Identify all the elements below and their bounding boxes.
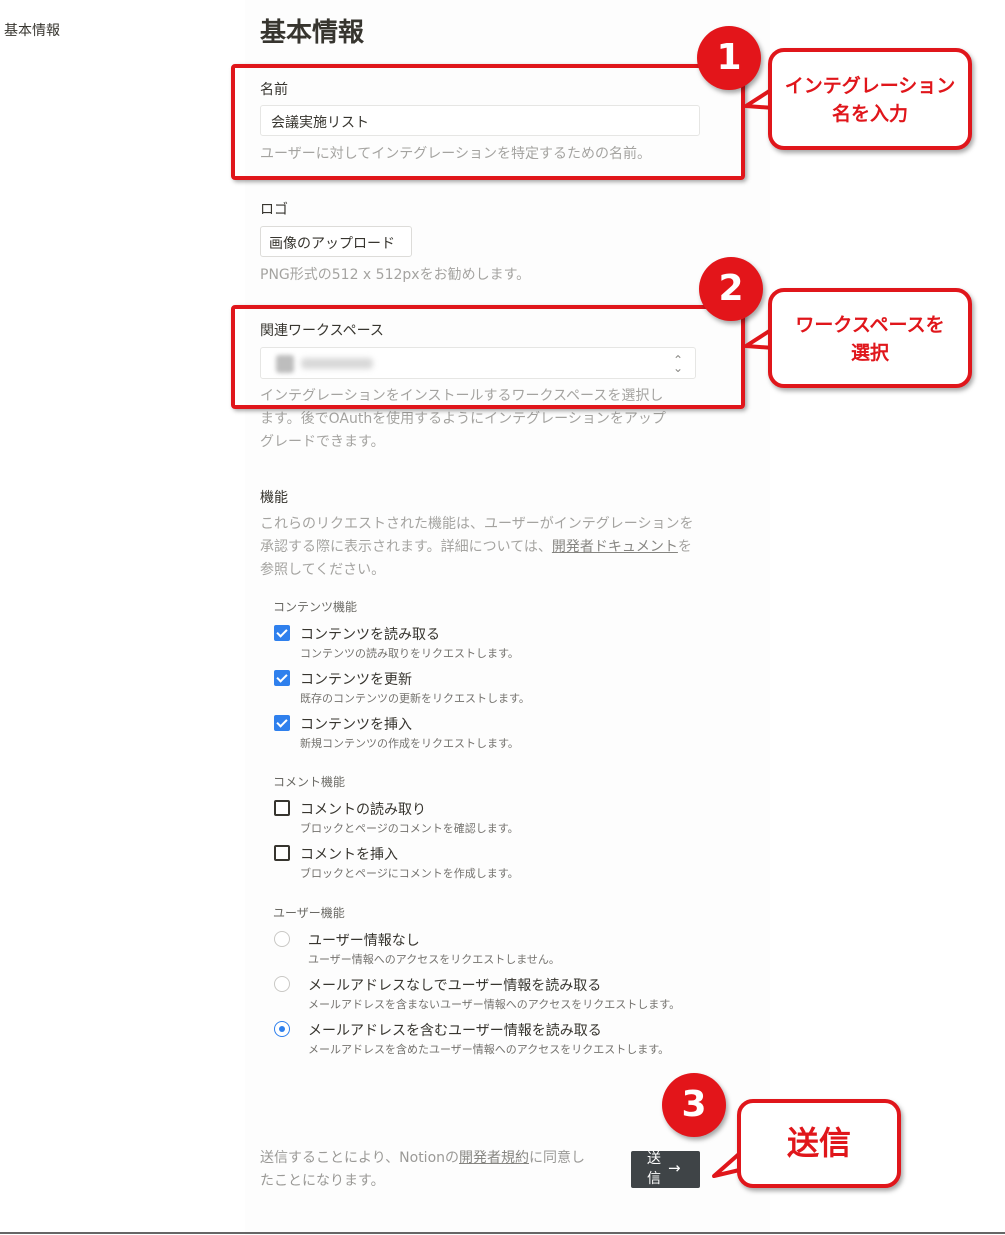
capabilities-desc-line2: 承認する際に表示されます。詳細については、開発者ドキュメントを <box>260 536 692 559</box>
upload-image-button[interactable]: 画像のアップロード <box>260 226 412 257</box>
content-capabilities-title: コンテンツ機能 <box>273 600 358 614</box>
callout-1-line2: 名を入力 <box>831 103 908 125</box>
callout-2: ワークスペースを 選択 <box>768 288 972 388</box>
user-info-with-email-label: メールアドレスを含むユーザー情報を読み取る <box>308 1023 602 1039</box>
callout-2-line2: 選択 <box>850 342 889 364</box>
insert-comments-label: コメントを挿入 <box>300 847 398 863</box>
update-content-desc: 既存のコンテンツの更新をリクエストします。 <box>300 692 530 705</box>
submit-label: 送信 <box>647 1151 661 1187</box>
highlight-name-section <box>231 64 745 180</box>
read-content-checkbox[interactable] <box>274 625 290 641</box>
no-user-info-label: ユーザー情報なし <box>308 933 420 949</box>
terms-note-pre: 送信することにより、Notionの <box>260 1150 460 1166</box>
read-comments-desc: ブロックとページのコメントを確認します。 <box>300 822 519 835</box>
read-comments-label: コメントの読み取り <box>300 802 426 818</box>
no-user-info-desc: ユーザー情報へのアクセスをリクエストしません。 <box>308 953 560 966</box>
update-content-checkbox[interactable] <box>274 670 290 686</box>
insert-comments-desc: ブロックとページにコメントを作成します。 <box>300 867 519 880</box>
logo-hint: PNG形式の512 x 512pxをお勧めします。 <box>260 267 531 283</box>
callout-1: インテグレーション 名を入力 <box>768 48 972 150</box>
insert-comments-checkbox[interactable] <box>274 845 290 861</box>
callout-1-line1: インテグレーション <box>784 75 956 97</box>
no-user-info-radio[interactable] <box>274 931 290 947</box>
capabilities-desc-line2-pre: 承認する際に表示されます。詳細については、 <box>260 539 552 555</box>
sidebar-item-basic-info[interactable]: 基本情報 <box>4 20 60 40</box>
capabilities-desc-line3: 参照してください。 <box>260 562 386 578</box>
step-2-badge: 2 <box>699 257 763 321</box>
read-content-label: コンテンツを読み取る <box>300 627 440 643</box>
user-info-with-email-radio[interactable] <box>274 1021 290 1037</box>
developer-docs-link[interactable]: 開発者ドキュメント <box>552 539 678 555</box>
insert-content-label: コンテンツを挿入 <box>300 717 412 733</box>
bottom-divider <box>0 1232 1005 1234</box>
capabilities-desc-line2-post: を <box>677 539 692 555</box>
capabilities-desc-line1: これらのリクエストされた機能は、ユーザーがインテグレーションを <box>260 516 694 532</box>
update-content-label: コンテンツを更新 <box>300 672 412 688</box>
user-capabilities-title: ユーザー機能 <box>273 906 345 920</box>
user-info-with-email-desc: メールアドレスを含めたユーザー情報へのアクセスをリクエストします。 <box>308 1043 670 1056</box>
insert-content-desc: 新規コンテンツの作成をリクエストします。 <box>300 737 519 750</box>
comment-capabilities-title: コメント機能 <box>273 775 346 789</box>
highlight-workspace-section <box>231 305 745 409</box>
user-info-without-email-radio[interactable] <box>274 976 290 992</box>
workspace-hint-line2: ます。後でOAuthを使用するようにインテグレーションをアップ <box>260 411 666 427</box>
page-title: 基本情報 <box>260 18 365 48</box>
callout-2-line1: ワークスペースを <box>795 314 945 336</box>
read-comments-checkbox[interactable] <box>274 800 290 816</box>
capabilities-label: 機能 <box>260 490 288 506</box>
user-info-without-email-label: メールアドレスなしでユーザー情報を読み取る <box>308 978 602 994</box>
insert-content-checkbox[interactable] <box>274 715 290 731</box>
step-1-badge: 1 <box>697 26 761 90</box>
submit-button[interactable]: 送信 → <box>631 1151 700 1188</box>
user-info-without-email-desc: メールアドレスを含まないユーザー情報へのアクセスをリクエストします。 <box>308 998 681 1011</box>
step-3-badge: 3 <box>662 1073 726 1137</box>
logo-label: ロゴ <box>260 202 288 218</box>
developer-terms-link[interactable]: 開発者規約 <box>459 1150 529 1166</box>
arrow-right-icon: → <box>668 1159 681 1177</box>
terms-note: 送信することにより、Notionの開発者規約に同意したことになります。 <box>260 1147 590 1193</box>
workspace-hint-line3: グレードできます。 <box>260 434 385 450</box>
read-content-desc: コンテンツの読み取りをリクエストします。 <box>300 647 519 660</box>
callout-3: 送信 <box>737 1099 901 1188</box>
